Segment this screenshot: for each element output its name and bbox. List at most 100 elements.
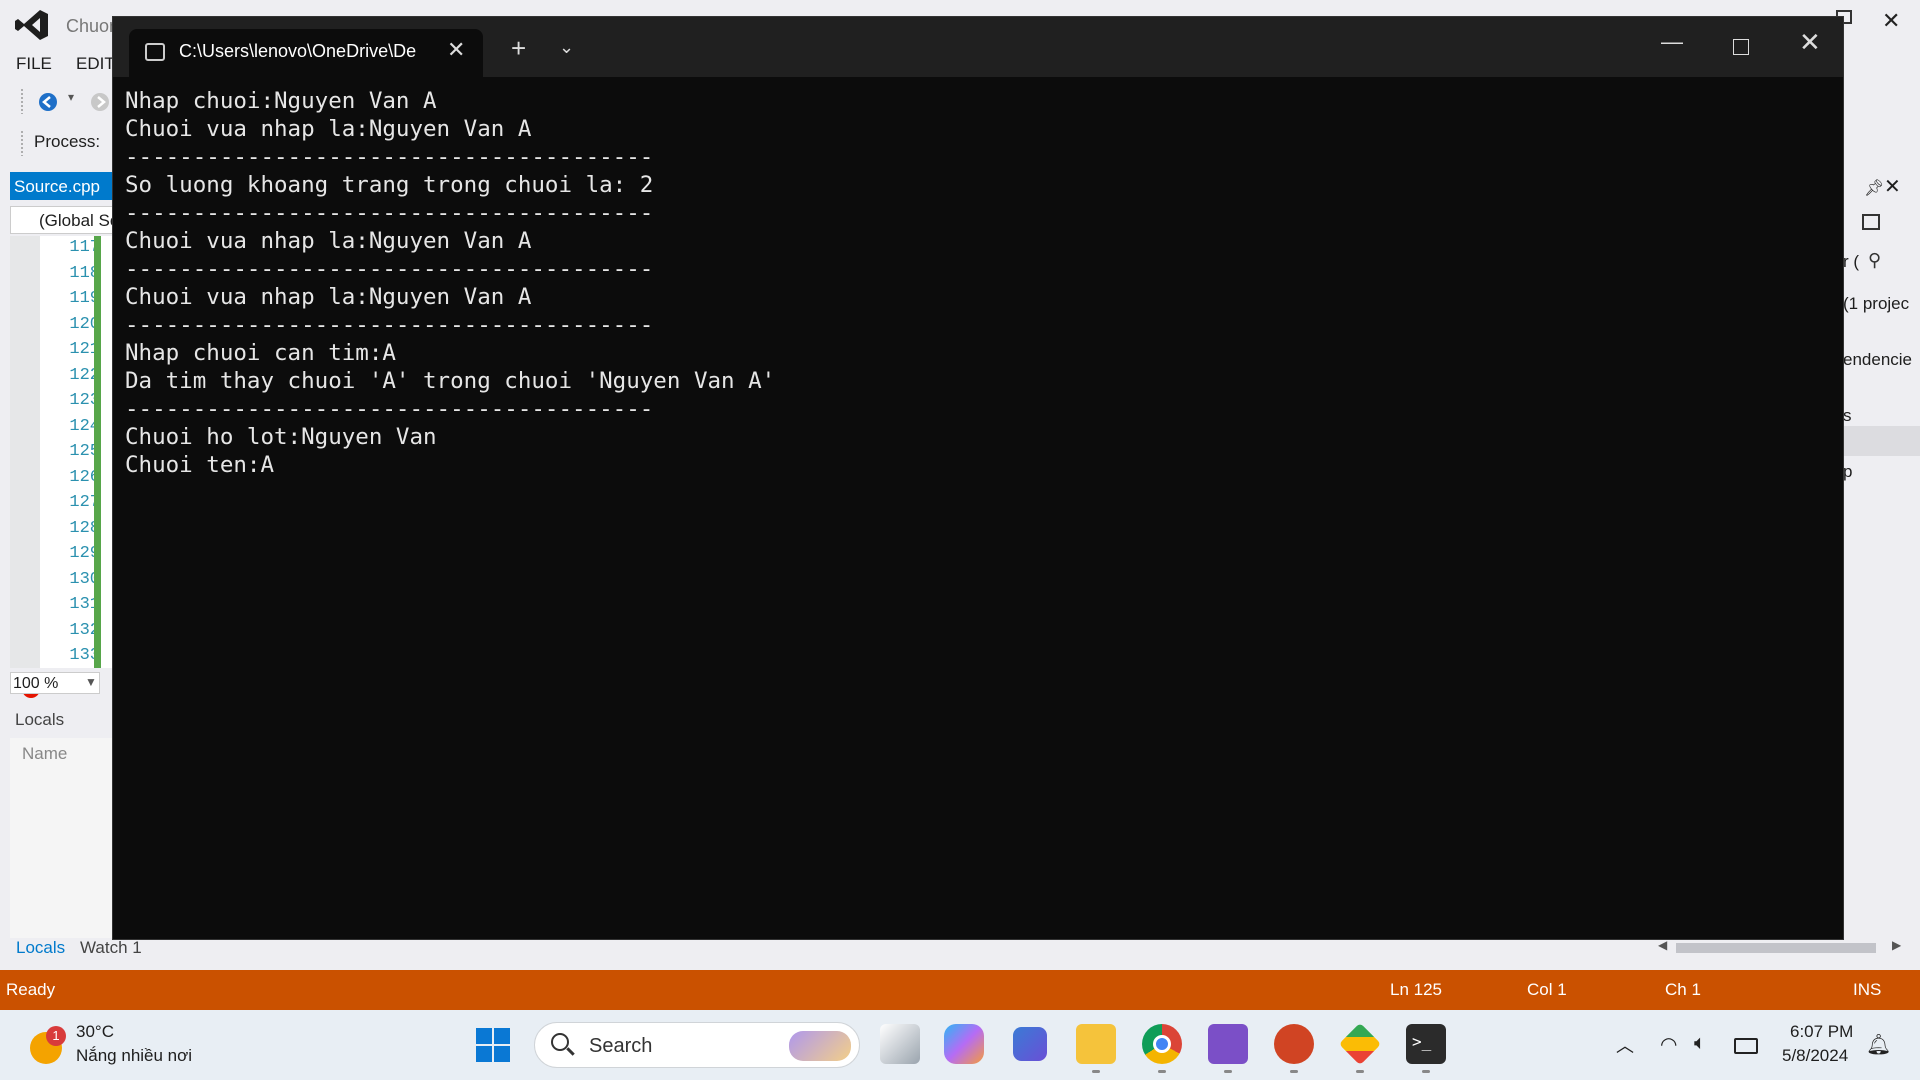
weather-description[interactable]: Nắng nhiều nơi (76, 1046, 192, 1066)
terminal-line: Nhap chuoi:Nguyen Van A (125, 88, 437, 114)
terminal-tab[interactable]: C:\Users\lenovo\OneDrive\De ✕ (129, 29, 483, 77)
toolbar-grip[interactable] (20, 130, 24, 156)
terminal-app-icon[interactable]: >_ (1406, 1024, 1446, 1064)
terminal-line: --------------------------------------- (125, 144, 654, 170)
terminal-line: So luong khoang trang trong chuoi la: 2 (125, 172, 654, 198)
terminal-line: --------------------------------------- (125, 312, 654, 338)
prompt-glyph: >_ (1412, 1032, 1432, 1051)
running-indicator (1290, 1070, 1298, 1073)
horizontal-scrollbar[interactable]: ◀ ▶ (1656, 938, 1906, 956)
windows-logo-icon (494, 1046, 510, 1062)
git-tool-icon[interactable] (1338, 1022, 1382, 1066)
back-arrow-icon[interactable] (38, 92, 58, 112)
terminal-line: --------------------------------------- (125, 200, 654, 226)
locals-grid: Name (10, 738, 114, 938)
terminal-line: Da tim thay chuoi 'A' trong chuoi 'Nguye… (125, 368, 776, 394)
notification-bell-icon[interactable]: 🔔︎ (1866, 1032, 1891, 1057)
vs-close-icon[interactable]: ✕ (1882, 8, 1900, 34)
battery-icon[interactable] (1734, 1038, 1758, 1054)
terminal-line: --------------------------------------- (125, 256, 654, 282)
file-explorer-icon[interactable] (1076, 1024, 1116, 1064)
vs-toolbar: ▾ (0, 86, 120, 116)
back-dropdown-icon[interactable]: ▾ (68, 90, 74, 104)
terminal-line: Nhap chuoi can tim:A (125, 340, 396, 366)
windows-logo-icon (476, 1046, 492, 1062)
chrome-center (1153, 1035, 1171, 1053)
console-icon (145, 43, 165, 61)
status-ready: Ready (6, 980, 56, 999)
wifi-icon[interactable]: ◠ (1660, 1032, 1677, 1057)
status-col: Col 1 (1527, 980, 1567, 999)
chrome-icon[interactable] (1142, 1024, 1182, 1064)
scope-label: (Global Sc (39, 211, 119, 230)
tree-item[interactable]: p (1843, 462, 1852, 482)
panel-close-icon[interactable]: ✕ (1884, 174, 1901, 199)
tree-item[interactable]: s (1843, 406, 1852, 426)
terminal-line: Chuoi ho lot:Nguyen Van (125, 424, 437, 450)
tab-close-icon[interactable]: ✕ (447, 37, 465, 63)
weather-temperature[interactable]: 30°C (76, 1022, 114, 1042)
visual-studio-icon[interactable] (1208, 1024, 1248, 1064)
zoom-dropdown[interactable]: 100 % ▼ (10, 672, 100, 694)
clock-date[interactable]: 5/8/2024 (1782, 1046, 1848, 1066)
menu-edit[interactable]: EDIT (76, 54, 115, 74)
taskbar-search[interactable]: Search (534, 1022, 860, 1068)
code-editor[interactable]: 117 118 119 120 121 122 123 124 125 126 127 128 129 1… (10, 236, 114, 698)
line-numbers: 117 118 119 120 121 122 123 124 125 126 127 128 129 1… (40, 236, 100, 668)
search-highlight-image (789, 1031, 851, 1061)
terminal-output[interactable]: Nhap chuoi:Nguyen Van A Chuoi vua nhap l… (125, 87, 1825, 479)
process-label: Process: (34, 132, 101, 151)
task-view-icon[interactable] (880, 1024, 920, 1064)
search-label: Search (589, 1035, 653, 1057)
terminal-title-bar: C:\Users\lenovo\OneDrive\De ✕ + ⌄ — ✕ (113, 17, 1843, 77)
maximize-icon[interactable] (1733, 39, 1749, 55)
pin-icon[interactable]: 📌︎ (1864, 178, 1884, 198)
terminal-line: Chuoi vua nhap la:Nguyen Van A (125, 228, 532, 254)
solution-label[interactable]: (1 projec (1843, 294, 1909, 314)
status-ins: INS (1853, 980, 1882, 999)
minimize-icon[interactable]: — (1661, 29, 1683, 55)
solution-selected-row[interactable] (1843, 426, 1920, 456)
breakpoint-margin[interactable] (10, 236, 40, 668)
terminal-window[interactable]: C:\Users\lenovo\OneDrive\De ✕ + ⌄ — ✕ Nh… (112, 16, 1844, 940)
bing-icon[interactable] (1013, 1027, 1047, 1061)
terminal-line: Chuoi vua nhap la:Nguyen Van A (125, 284, 532, 310)
copilot-icon[interactable] (944, 1024, 984, 1064)
change-indicator-bar (94, 236, 101, 668)
chevron-down-icon[interactable]: ⌄ (559, 37, 574, 58)
terminal-line: Chuoi ten:A (125, 452, 275, 478)
name-column-header[interactable]: Name (22, 744, 67, 764)
menu-file[interactable]: FILE (16, 54, 52, 74)
taskbar: 1 30°C Nắng nhiều nơi Search >_ ︿ ◠ 🔈︎ 6… (0, 1010, 1920, 1080)
new-tab-icon[interactable]: + (511, 33, 526, 64)
sync-icon[interactable] (1862, 214, 1880, 230)
scroll-left-icon[interactable]: ◀ (1658, 938, 1667, 952)
powerpoint-icon[interactable] (1274, 1024, 1314, 1064)
running-indicator (1158, 1070, 1166, 1073)
tab-locals[interactable]: Locals (16, 938, 65, 958)
dependencies-item[interactable]: endencie (1843, 350, 1912, 370)
tray-chevron-up-icon[interactable]: ︿ (1616, 1032, 1634, 1058)
volume-icon[interactable]: 🔈︎ (1694, 1032, 1706, 1055)
start-button[interactable] (476, 1028, 512, 1064)
magnifier-icon[interactable]: ⚲ (1868, 250, 1881, 271)
forward-arrow-icon[interactable] (90, 92, 110, 112)
terminal-line: Chuoi vua nhap la:Nguyen Van A (125, 116, 532, 142)
status-ch: Ch 1 (1665, 980, 1701, 999)
clock-time[interactable]: 6:07 PM (1790, 1022, 1853, 1042)
status-line: Ln 125 (1390, 980, 1442, 999)
search-icon-handle (566, 1047, 575, 1056)
terminal-line: --------------------------------------- (125, 396, 654, 422)
notification-badge: 1 (46, 1026, 66, 1046)
vs-menu-bar: FILE EDIT (0, 50, 120, 78)
scroll-thumb[interactable] (1676, 943, 1876, 953)
tab-source-cpp[interactable]: Source.cpp (10, 172, 112, 200)
zoom-level: 100 % (13, 675, 59, 692)
close-icon[interactable]: ✕ (1799, 27, 1821, 58)
toolbar-grip[interactable] (20, 88, 24, 114)
chevron-down-icon: ▼ (85, 675, 97, 689)
scope-dropdown[interactable]: (Global Sc (10, 206, 118, 234)
windows-logo-icon (494, 1028, 510, 1044)
scroll-right-icon[interactable]: ▶ (1892, 938, 1901, 952)
tab-watch-1[interactable]: Watch 1 (80, 938, 142, 958)
